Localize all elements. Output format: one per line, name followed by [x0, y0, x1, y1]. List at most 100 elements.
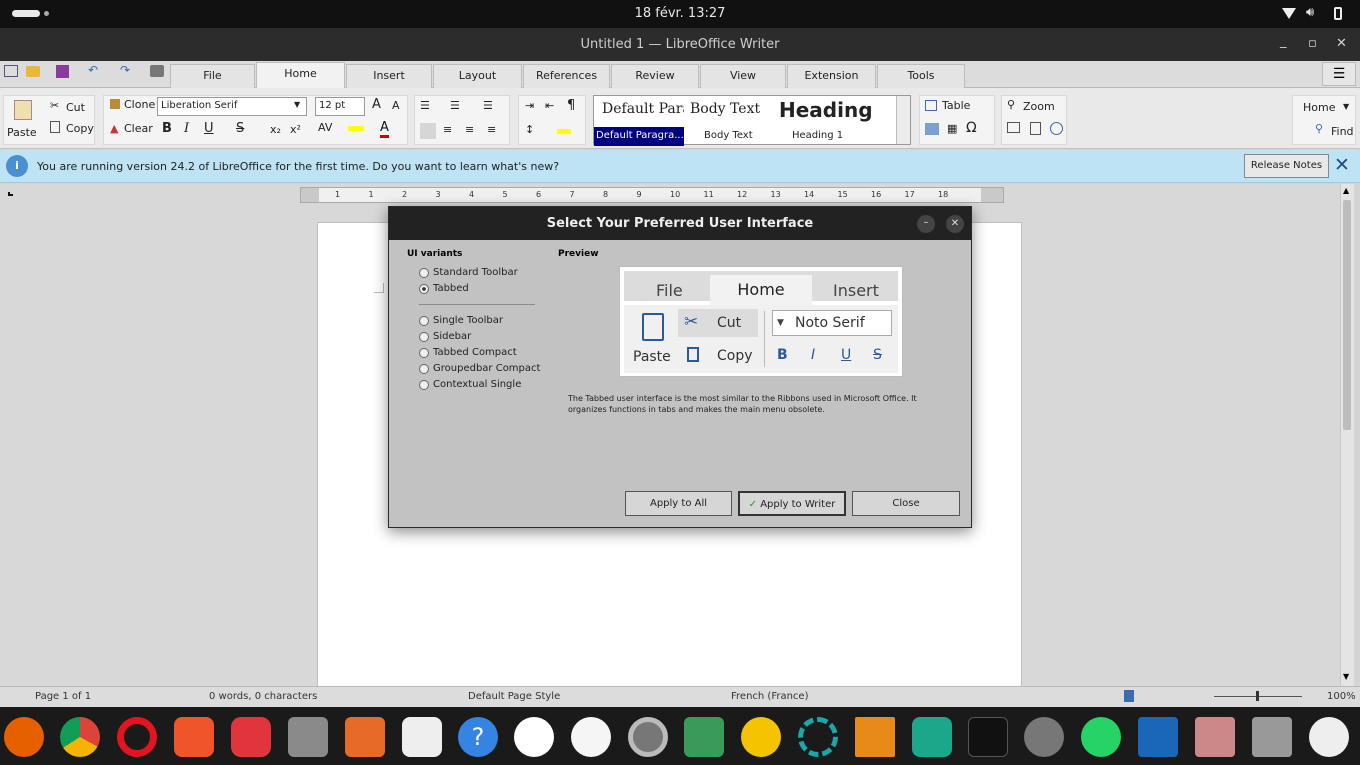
brave-icon[interactable]: [174, 717, 214, 757]
save-icon[interactable]: [56, 65, 69, 78]
font-size-input[interactable]: 12 pt: [315, 97, 365, 116]
style-body-label[interactable]: Body Text: [704, 130, 753, 141]
paste-button[interactable]: Paste: [7, 126, 37, 139]
align-left-icon[interactable]: [420, 123, 436, 139]
radio-contextual-single-label[interactable]: Contextual Single: [433, 379, 521, 390]
navigator-icon[interactable]: [1050, 122, 1063, 135]
scroll-up-icon[interactable]: ▲: [1343, 186, 1349, 195]
hamburger-menu-icon[interactable]: ☰: [1322, 62, 1356, 86]
ubuntu-icon[interactable]: [1309, 717, 1349, 757]
slack-icon[interactable]: [514, 717, 554, 757]
table-button[interactable]: Table: [942, 99, 970, 112]
radio-single-toolbar[interactable]: [419, 316, 429, 326]
radio-contextual-single[interactable]: [419, 380, 429, 390]
yellow-app-icon[interactable]: [741, 717, 781, 757]
release-notes-button[interactable]: Release Notes: [1244, 154, 1329, 178]
radio-tabbed[interactable]: [419, 284, 429, 294]
style-default-preview[interactable]: Default Paragr: [602, 101, 684, 117]
vertical-scrollbar[interactable]: ▲ ▼: [1340, 184, 1354, 686]
copy-button[interactable]: Copy: [66, 122, 94, 135]
home-select[interactable]: Home: [1303, 101, 1335, 114]
dialog-title[interactable]: Select Your Preferred User Interface: [389, 207, 971, 240]
tab-stop-icon[interactable]: [8, 192, 13, 196]
dialog-close-button[interactable]: ✕: [946, 215, 964, 233]
chrome-icon[interactable]: [60, 717, 100, 757]
firefox-icon[interactable]: [4, 717, 44, 757]
comment-icon[interactable]: [1007, 122, 1020, 133]
line-spacing-icon[interactable]: ↕: [525, 123, 534, 136]
styles-gallery[interactable]: Default Paragr Default Paragra... Body T…: [593, 95, 911, 146]
font-color-icon[interactable]: A: [380, 120, 389, 138]
target-icon[interactable]: [798, 717, 838, 757]
maximize-button[interactable]: ▫: [1308, 36, 1317, 51]
track-changes-icon[interactable]: [1030, 122, 1041, 135]
close-button[interactable]: ✕: [1336, 36, 1347, 51]
bullets-icon[interactable]: ☰: [420, 99, 430, 112]
find-button[interactable]: Find: [1331, 125, 1354, 138]
clear-button[interactable]: Clear: [124, 122, 153, 135]
minimize-button[interactable]: _: [1280, 34, 1287, 49]
gimp-icon[interactable]: [1024, 717, 1064, 757]
style-heading-preview[interactable]: Heading: [779, 98, 873, 122]
radio-tabbed-label[interactable]: Tabbed: [433, 283, 469, 294]
tab-references[interactable]: References: [523, 64, 610, 88]
style-body-preview[interactable]: Body Text: [690, 101, 760, 117]
radio-sidebar-label[interactable]: Sidebar: [433, 331, 471, 342]
shrink-font-icon[interactable]: A: [392, 99, 400, 112]
green-app-icon[interactable]: [912, 717, 952, 757]
radio-groupedbar-compact[interactable]: [419, 364, 429, 374]
close-infobar-icon[interactable]: ✕: [1334, 154, 1350, 176]
scroll-thumb[interactable]: [1343, 200, 1351, 430]
tab-tools[interactable]: Tools: [877, 64, 965, 88]
paste-icon[interactable]: [14, 100, 32, 120]
xmind-icon[interactable]: [855, 717, 895, 757]
document-icon[interactable]: [1195, 717, 1235, 757]
subscript-button[interactable]: x₂: [270, 123, 281, 136]
radio-single-toolbar-label[interactable]: Single Toolbar: [433, 315, 503, 326]
bag-icon[interactable]: [402, 717, 442, 757]
tab-view[interactable]: View: [700, 64, 786, 88]
tab-extension[interactable]: Extension: [787, 64, 876, 88]
wifi-icon[interactable]: [1282, 8, 1296, 19]
redo-icon[interactable]: ↷: [120, 63, 130, 77]
font-name-input[interactable]: Liberation Serif: [157, 97, 307, 116]
app-store-icon[interactable]: [345, 717, 385, 757]
radio-groupedbar-compact-label[interactable]: Groupedbar Compact: [433, 363, 540, 374]
special-character-icon[interactable]: Ω: [966, 120, 977, 136]
dialog-minimize-button[interactable]: –: [917, 215, 935, 233]
help-icon[interactable]: ?: [458, 717, 498, 757]
superscript-button[interactable]: x²: [290, 123, 301, 136]
style-default-label[interactable]: Default Paragra...: [594, 127, 684, 146]
align-center-icon[interactable]: ≡: [443, 123, 452, 136]
clone-button[interactable]: Clone: [124, 98, 155, 111]
music-icon[interactable]: [571, 717, 611, 757]
radio-standard-toolbar[interactable]: [419, 268, 429, 278]
zoom-level[interactable]: 100%: [1327, 691, 1356, 702]
open-icon[interactable]: [26, 66, 40, 77]
bold-button[interactable]: B: [162, 121, 172, 136]
strikethrough-button[interactable]: S: [236, 121, 244, 136]
affinity-icon[interactable]: [968, 717, 1008, 757]
radio-tabbed-compact-label[interactable]: Tabbed Compact: [433, 347, 517, 358]
home-select-dropdown-icon[interactable]: ▼: [1343, 102, 1349, 111]
window-titlebar[interactable]: Untitled 1 — LibreOffice Writer _ ▫ ✕: [0, 28, 1360, 61]
page-count[interactable]: Page 1 of 1: [35, 691, 91, 702]
highlight-color-icon[interactable]: [348, 126, 364, 131]
numbering-icon[interactable]: ☰: [450, 99, 460, 112]
indent-increase-icon[interactable]: ⇥: [525, 99, 534, 112]
tab-layout[interactable]: Layout: [433, 64, 522, 88]
ssd-icon[interactable]: [1252, 717, 1292, 757]
radio-sidebar[interactable]: [419, 332, 429, 342]
layers-icon[interactable]: [684, 717, 724, 757]
indent-decrease-icon[interactable]: ⇤: [545, 99, 554, 112]
volume-icon[interactable]: 🔊︎: [1306, 5, 1314, 20]
opera-icon[interactable]: [117, 717, 157, 757]
zoom-button[interactable]: Zoom: [1023, 100, 1055, 113]
radio-standard-toolbar-label[interactable]: Standard Toolbar: [433, 267, 518, 278]
language[interactable]: French (France): [731, 691, 808, 702]
print-icon[interactable]: [150, 65, 164, 77]
align-right-icon[interactable]: ≡: [465, 123, 474, 136]
styles-scrollbar[interactable]: [896, 96, 910, 144]
whatsapp-icon[interactable]: [1081, 717, 1121, 757]
vivaldi-icon[interactable]: [231, 717, 271, 757]
